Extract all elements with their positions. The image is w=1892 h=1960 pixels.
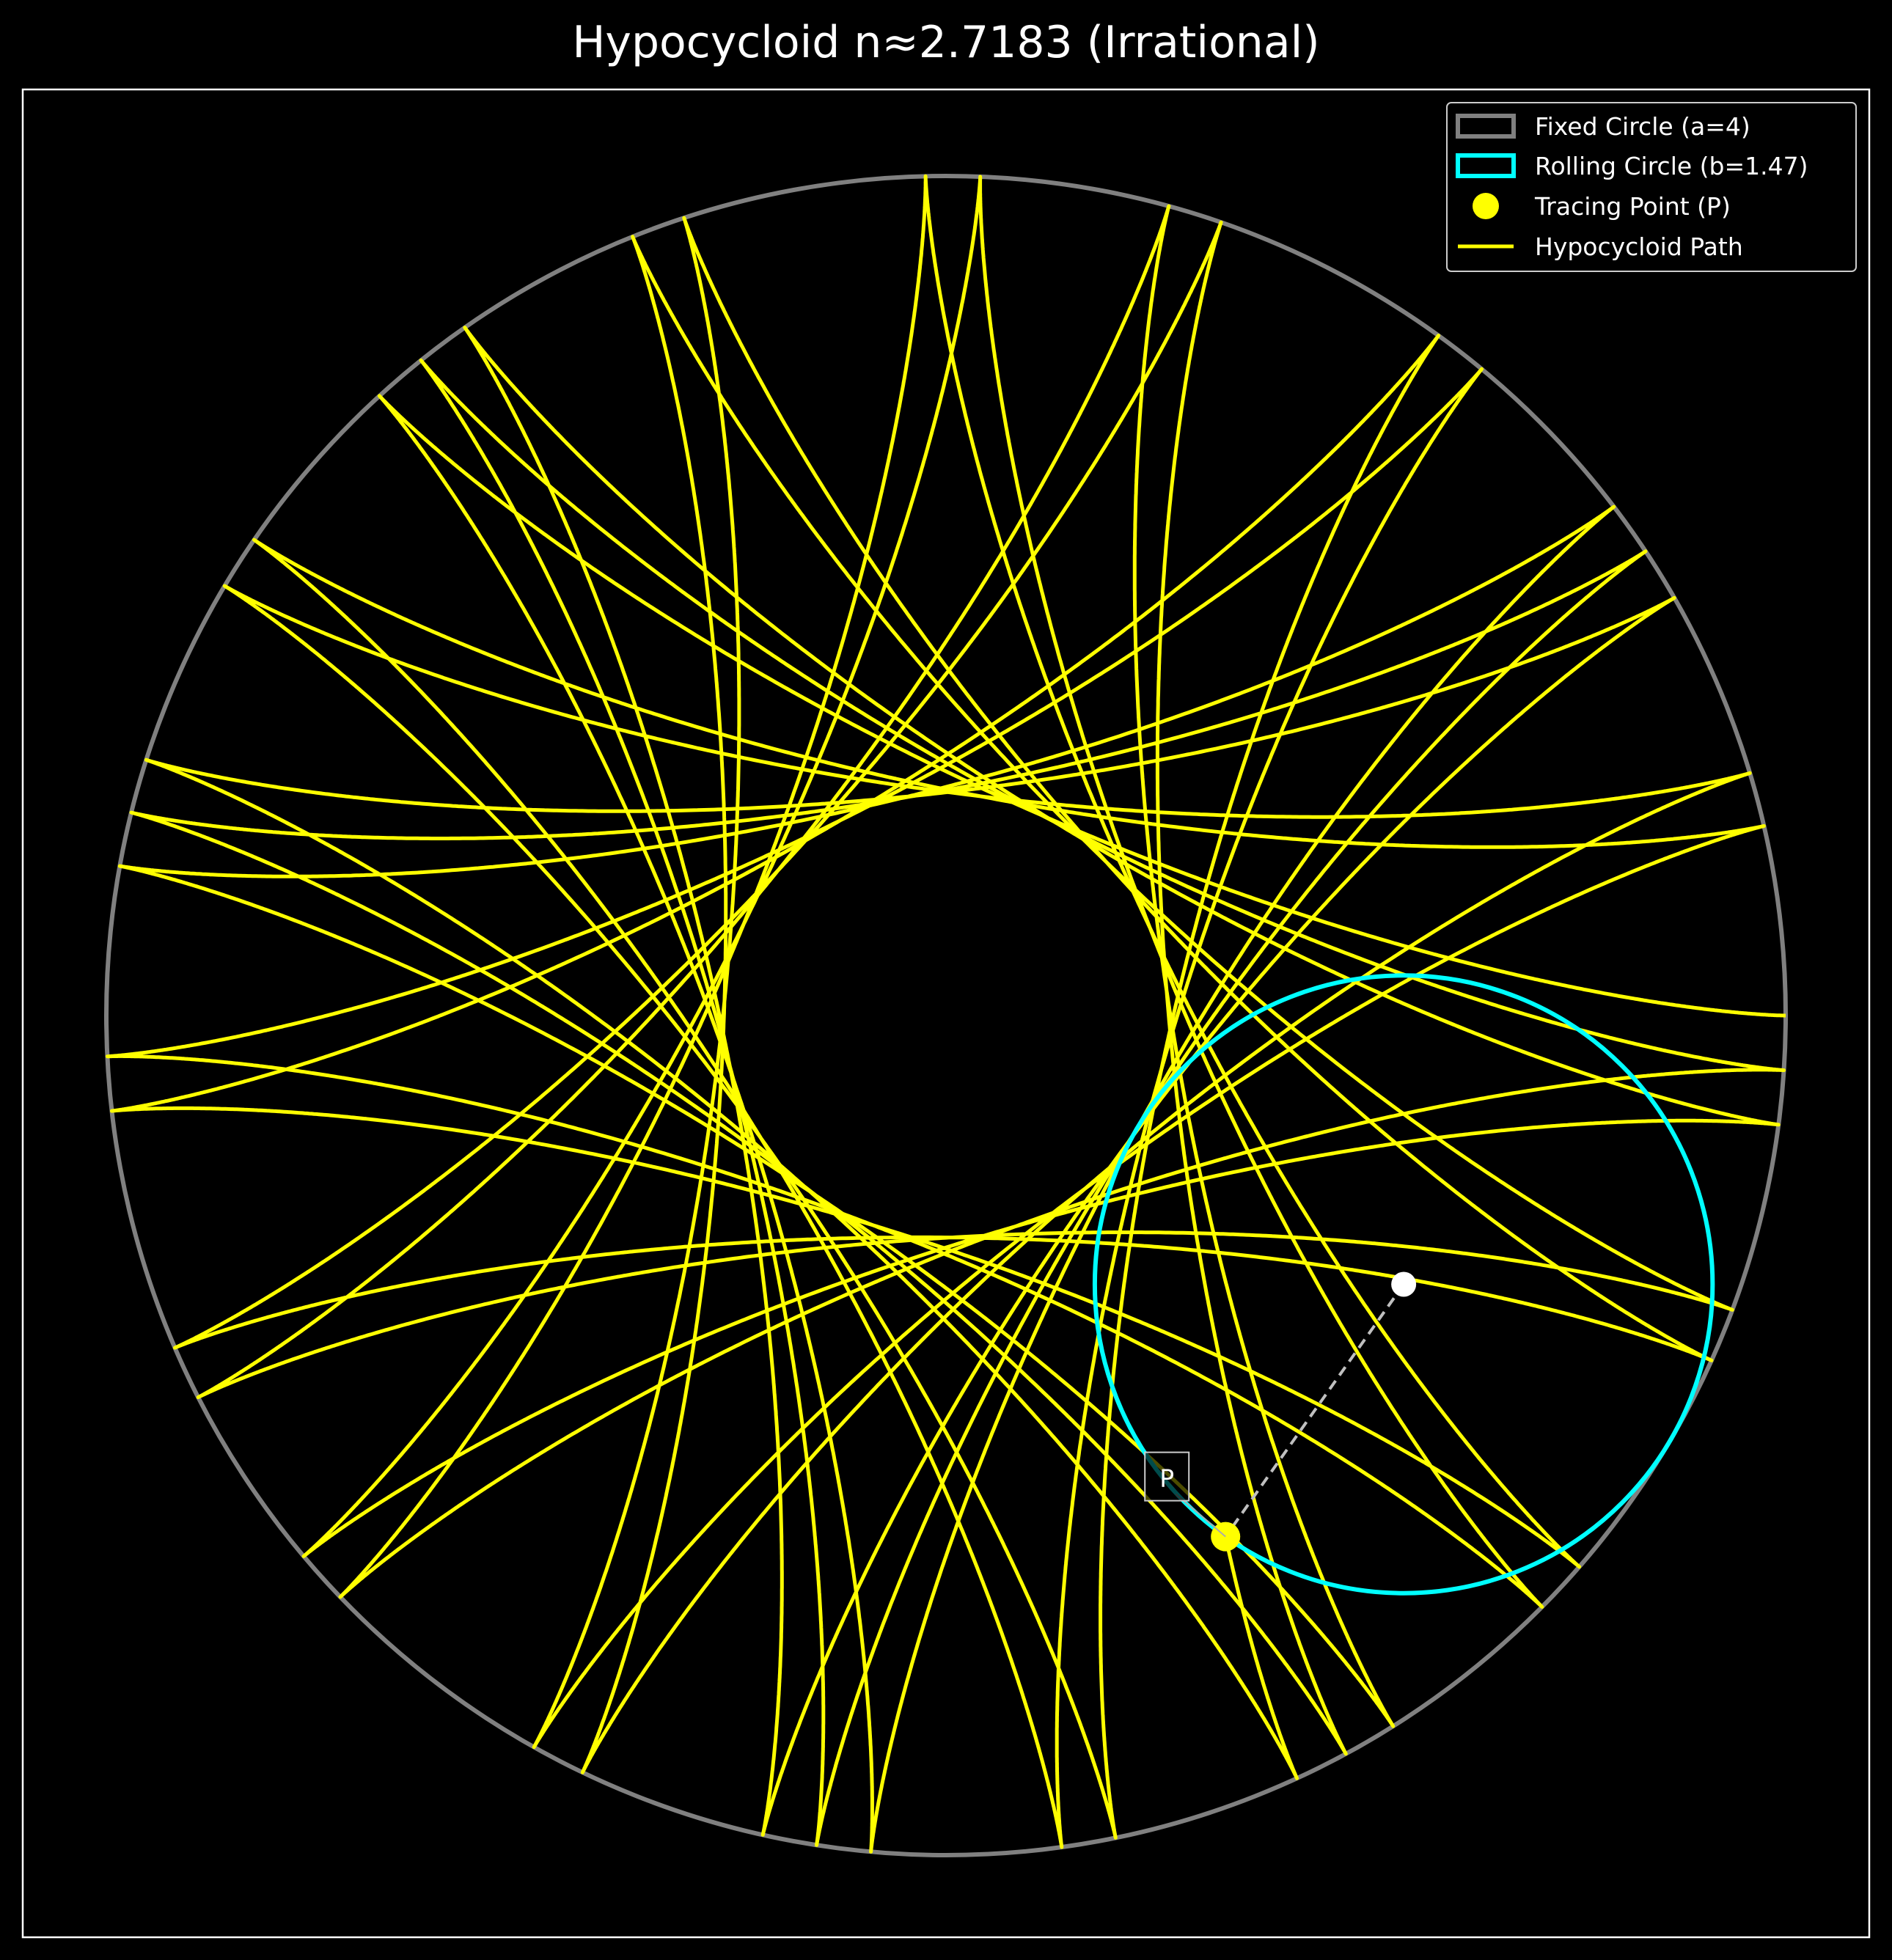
legend-rolling-circle-label: Rolling Circle (b=1.47) [1535,152,1808,180]
legend-fixed-circle-label: Fixed Circle (a=4) [1535,112,1750,141]
point-label: P [1144,1451,1190,1502]
legend-path-label: Hypocycloid Path [1535,232,1743,261]
figure-background [0,0,1892,1960]
legend-tracing-point-marker [1473,193,1499,219]
hypocycloid-figure: Hypocycloid n≈2.7183 (Irrational) P Fixe… [0,0,1892,1960]
chart-title: Hypocycloid n≈2.7183 (Irrational) [572,17,1319,68]
rolling-center-point [1391,1271,1417,1297]
legend: Fixed Circle (a=4) Rolling Circle (b=1.4… [1446,102,1857,272]
point-label-text: P [1159,1464,1174,1493]
legend-tracing-point-label: Tracing Point (P) [1534,192,1731,221]
